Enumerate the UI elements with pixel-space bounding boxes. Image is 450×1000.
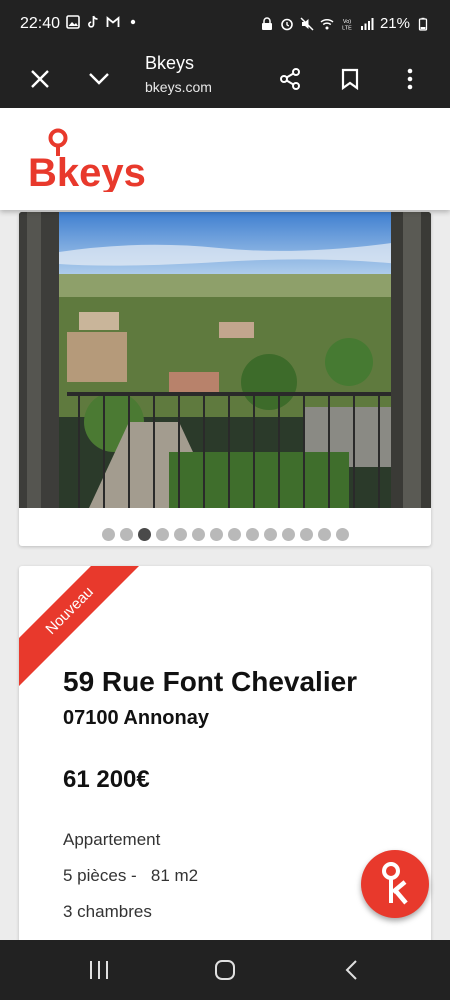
vpn-icon	[261, 16, 272, 30]
listing-price: 61 200€	[63, 766, 150, 793]
listing-bedrooms: 3 chambres	[63, 902, 152, 921]
bookmark-button[interactable]	[330, 59, 370, 99]
chevron-down-icon	[89, 73, 109, 85]
battery-percent: 21%	[379, 15, 410, 32]
browser-toolbar: Bkeys bkeys.com	[0, 50, 450, 108]
gallery-dot[interactable]	[317, 528, 331, 541]
share-button[interactable]	[270, 59, 310, 99]
signal-icon	[360, 17, 374, 30]
listing-photo[interactable]	[19, 212, 431, 508]
gallery-dot[interactable]	[227, 528, 241, 541]
home-icon	[215, 960, 235, 980]
mute-icon	[300, 16, 314, 31]
gallery-dot[interactable]	[281, 528, 295, 541]
bkeys-fab-button[interactable]	[361, 850, 429, 918]
gallery-dot[interactable]	[191, 528, 205, 541]
logo-text: Bkeys	[28, 151, 146, 192]
view-from-balcony-image	[19, 212, 431, 508]
minimize-button[interactable]	[79, 59, 119, 99]
bkeys-logo[interactable]: Bkeys	[28, 126, 148, 197]
gallery-dot[interactable]	[101, 528, 115, 541]
browser-url[interactable]: bkeys.com	[145, 79, 212, 95]
status-bar: 22:40 Vo) LTE 21%	[0, 0, 450, 50]
listing-address: 59 Rue Font Chevalier	[63, 666, 358, 697]
home-button[interactable]	[203, 950, 247, 990]
gallery-dot[interactable]	[173, 528, 187, 541]
alarm-icon	[281, 18, 293, 30]
gallery-pagination	[19, 528, 431, 542]
system-icons: Vo) LTE 21%	[260, 15, 430, 32]
close-button[interactable]	[20, 59, 60, 99]
more-options-button[interactable]	[390, 59, 430, 99]
close-icon	[31, 70, 49, 88]
logo-graphic: Bkeys	[28, 128, 146, 195]
image-icon	[66, 15, 80, 29]
notification-icons	[66, 15, 140, 29]
dot-icon	[130, 19, 136, 25]
photo-gallery	[19, 212, 431, 546]
bookmark-icon	[341, 68, 359, 90]
battery-icon	[418, 17, 428, 31]
bkeys-k-icon	[382, 862, 408, 905]
gallery-dot[interactable]	[119, 528, 133, 541]
system-navigation-bar	[0, 940, 450, 1000]
browser-title: Bkeys	[145, 53, 195, 73]
gallery-dot[interactable]	[335, 528, 349, 541]
back-icon	[345, 960, 357, 980]
volte-icon: Vo)LTE	[342, 19, 352, 31]
listing-rooms: 5 pièces - 81 m2	[63, 866, 199, 885]
wifi-icon	[320, 18, 334, 29]
recent-apps-icon	[90, 961, 108, 979]
gallery-dot[interactable]	[137, 528, 151, 541]
gallery-dot[interactable]	[209, 528, 223, 541]
svg-text:LTE: LTE	[342, 25, 352, 31]
web-page: Bkeys Nouveau 59 Rue Font Chevalier 0710…	[0, 108, 450, 940]
gmail-icon	[106, 16, 120, 27]
recent-apps-button[interactable]	[77, 950, 121, 990]
tiktok-icon	[88, 15, 98, 28]
svg-text:Vo): Vo)	[343, 19, 351, 25]
site-header: Bkeys	[0, 108, 450, 210]
back-button[interactable]	[329, 950, 373, 990]
gallery-dot[interactable]	[245, 528, 259, 541]
gallery-dot[interactable]	[299, 528, 313, 541]
listing-city: 07100 Annonay	[63, 707, 209, 729]
gallery-dot[interactable]	[155, 528, 169, 541]
share-icon	[280, 68, 300, 90]
more-vert-icon	[407, 68, 413, 90]
gallery-dot[interactable]	[263, 528, 277, 541]
listing-type: Appartement	[63, 830, 161, 849]
status-time: 22:40	[20, 15, 61, 32]
